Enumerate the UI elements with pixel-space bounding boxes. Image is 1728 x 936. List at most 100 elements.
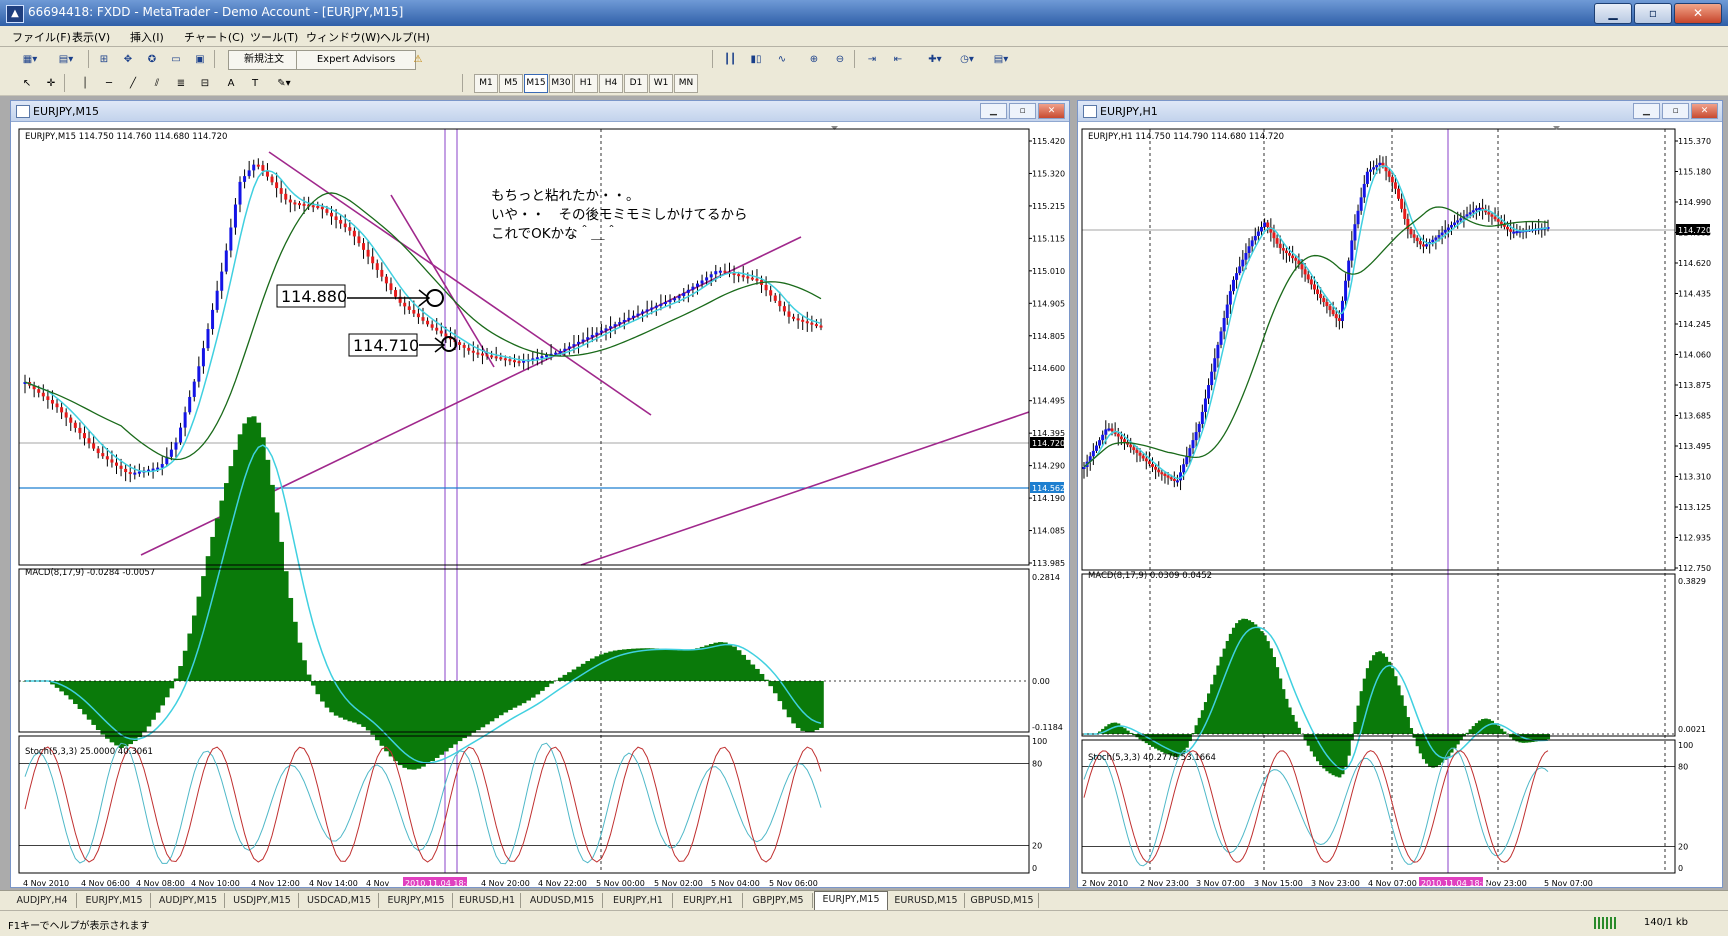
bull-candle — [243, 176, 247, 182]
chart-shift-icon[interactable]: ⇤ — [888, 50, 908, 70]
line-chart-icon[interactable]: ∿ — [772, 50, 792, 70]
chart-maximize-icon[interactable]: ▫ — [1009, 103, 1036, 119]
channel-icon[interactable]: ⫽ — [148, 74, 166, 94]
bar-chart-icon[interactable]: ┃┃ — [720, 50, 740, 70]
vertical-line-icon[interactable]: │ — [76, 74, 94, 94]
bull-candle — [1437, 235, 1441, 238]
macd-bar — [1421, 734, 1426, 760]
tf-d1[interactable]: D1 — [624, 74, 648, 93]
text-icon[interactable]: A — [222, 74, 240, 94]
navigator-icon[interactable]: ✪ — [142, 50, 162, 70]
chart-h1-maximize-icon[interactable]: ▫ — [1662, 103, 1689, 119]
chart-minimize-icon[interactable]: ▁ — [980, 103, 1007, 119]
horizontal-line-icon[interactable]: ─ — [100, 74, 118, 94]
price-axis-label: 115.115 — [1032, 234, 1065, 243]
warning-icon[interactable]: ⚠ — [408, 50, 428, 70]
menu-file[interactable]: ファイル(F) — [12, 29, 71, 45]
chart-icon — [16, 105, 30, 118]
strategy-tester-icon[interactable]: ▣ — [190, 50, 210, 70]
autoscroll-icon[interactable]: ⇥ — [862, 50, 882, 70]
macd-bar — [704, 645, 710, 681]
periods-icon[interactable]: ◷▾ — [952, 50, 982, 70]
chart-tab[interactable]: AUDJPY,H4 — [8, 893, 77, 908]
menu-view[interactable]: 表示(V) — [72, 29, 110, 45]
zoom-out-icon[interactable]: ⊖ — [830, 50, 850, 70]
macd-bar — [608, 651, 614, 681]
chart-tab[interactable]: EURUSD,H1 — [454, 893, 521, 908]
tf-h1[interactable]: H1 — [574, 74, 598, 93]
chart-close-icon[interactable]: ✕ — [1038, 103, 1065, 119]
macd-bar — [1459, 734, 1463, 741]
menu-help[interactable]: ヘルプ(H) — [380, 29, 430, 45]
chart-window-eurjpy-h1[interactable]: EURJPY,H1 ▁ ▫ ✕ EURJPY,H1 114.750 114.79… — [1077, 100, 1723, 888]
profiles-icon[interactable]: ▤▾ — [50, 50, 82, 70]
menu-chart[interactable]: チャート(C) — [184, 29, 244, 45]
menu-insert[interactable]: 挿入(I) — [130, 29, 164, 45]
bear-candle — [1415, 237, 1419, 242]
chart-tab[interactable]: EURJPY,M15 — [78, 893, 151, 908]
templates-icon[interactable]: ▤▾ — [986, 50, 1016, 70]
menu-window[interactable]: ウィンドウ(W) — [306, 29, 380, 45]
bear-candle — [352, 230, 356, 237]
time-axis-label: 4 Nov 2010 — [23, 879, 69, 886]
tf-m1[interactable]: M1 — [474, 74, 498, 93]
bear-candle — [1312, 284, 1316, 290]
tf-m5[interactable]: M5 — [499, 74, 523, 93]
bull-candle — [137, 471, 141, 474]
arrows-icon[interactable]: ✎▾ — [270, 74, 298, 94]
bull-candle — [682, 292, 686, 297]
maximize-icon[interactable]: ▫ — [1634, 3, 1672, 24]
minimize-icon[interactable]: ▁ — [1594, 3, 1632, 24]
crosshair-icon[interactable]: ✛ — [42, 74, 60, 94]
tf-m15[interactable]: M15 — [524, 74, 548, 93]
bear-candle — [403, 302, 407, 307]
fibonacci-icon[interactable]: ≣ — [172, 74, 190, 94]
macd-bar — [562, 674, 568, 681]
bear-candle — [480, 353, 484, 356]
bear-candle — [476, 352, 480, 355]
time-axis-label: 4 Nov — [366, 879, 390, 886]
gann-icon[interactable]: ⊟ — [196, 74, 214, 94]
chart-tab[interactable]: EURJPY,H1 — [604, 893, 673, 908]
chart-tab[interactable]: EURUSD,M15 — [888, 893, 965, 908]
indicators-icon[interactable]: ✚▾ — [920, 50, 950, 70]
chart-tab[interactable]: GBPUSD,M15 — [966, 893, 1039, 908]
chart-window-eurjpy-m15[interactable]: EURJPY,M15 ▁ ▫ ✕ EURJPY,M15 114.750 114.… — [10, 100, 1070, 888]
chart-h1-minimize-icon[interactable]: ▁ — [1633, 103, 1660, 119]
bull-candle — [540, 356, 544, 359]
macd-bar — [1253, 624, 1258, 734]
annotation-line-3: これでOKかな＾＿＾ — [491, 224, 618, 242]
bull-candle — [179, 427, 183, 443]
new-order-button[interactable]: 新規注文 — [228, 50, 300, 70]
market-watch-icon[interactable]: ⊞ — [94, 50, 114, 70]
new-chart-icon[interactable]: ▦▾ — [14, 50, 46, 70]
macd-bar — [439, 681, 445, 755]
chart-tab[interactable]: EURJPY,M15 — [380, 893, 453, 908]
close-icon[interactable]: ✕ — [1674, 3, 1722, 24]
candlestick-icon[interactable]: ▮▯ — [746, 50, 766, 70]
zoom-in-icon[interactable]: ⊕ — [804, 50, 824, 70]
chart-tab[interactable]: USDCAD,M15 — [300, 893, 379, 908]
left-chart-canvas[interactable]: EURJPY,M15 114.750 114.760 114.680 114.7… — [11, 122, 1067, 886]
price-axis-label: 114.435 — [1678, 290, 1711, 299]
macd-bar — [1499, 728, 1504, 734]
chart-tab[interactable]: EURJPY,H1 — [674, 893, 743, 908]
data-window-icon[interactable]: ✥ — [118, 50, 138, 70]
chart-h1-close-icon[interactable]: ✕ — [1691, 103, 1718, 119]
terminal-icon[interactable]: ▭ — [166, 50, 186, 70]
cursor-icon[interactable]: ↖ — [18, 74, 36, 94]
chart-tab[interactable]: AUDUSD,M15 — [522, 893, 603, 908]
right-chart-canvas[interactable]: EURJPY,H1 114.750 114.790 114.680 114.72… — [1078, 122, 1720, 886]
tf-w1[interactable]: W1 — [649, 74, 673, 93]
expert-advisors-button[interactable]: Expert Advisors — [296, 50, 416, 70]
chart-tab[interactable]: AUDJPY,M15 — [152, 893, 225, 908]
chart-tab[interactable]: EURJPY,M15 — [814, 891, 888, 911]
text-label-icon[interactable]: T — [246, 74, 264, 94]
menu-tools[interactable]: ツール(T) — [250, 29, 298, 45]
chart-tab[interactable]: USDJPY,M15 — [226, 893, 299, 908]
chart-tab[interactable]: GBPJPY,M5 — [744, 893, 813, 908]
tf-h4[interactable]: H4 — [599, 74, 623, 93]
tf-m30[interactable]: M30 — [549, 74, 573, 93]
trendline-icon[interactable]: ╱ — [124, 74, 142, 94]
tf-mn[interactable]: MN — [674, 74, 698, 93]
